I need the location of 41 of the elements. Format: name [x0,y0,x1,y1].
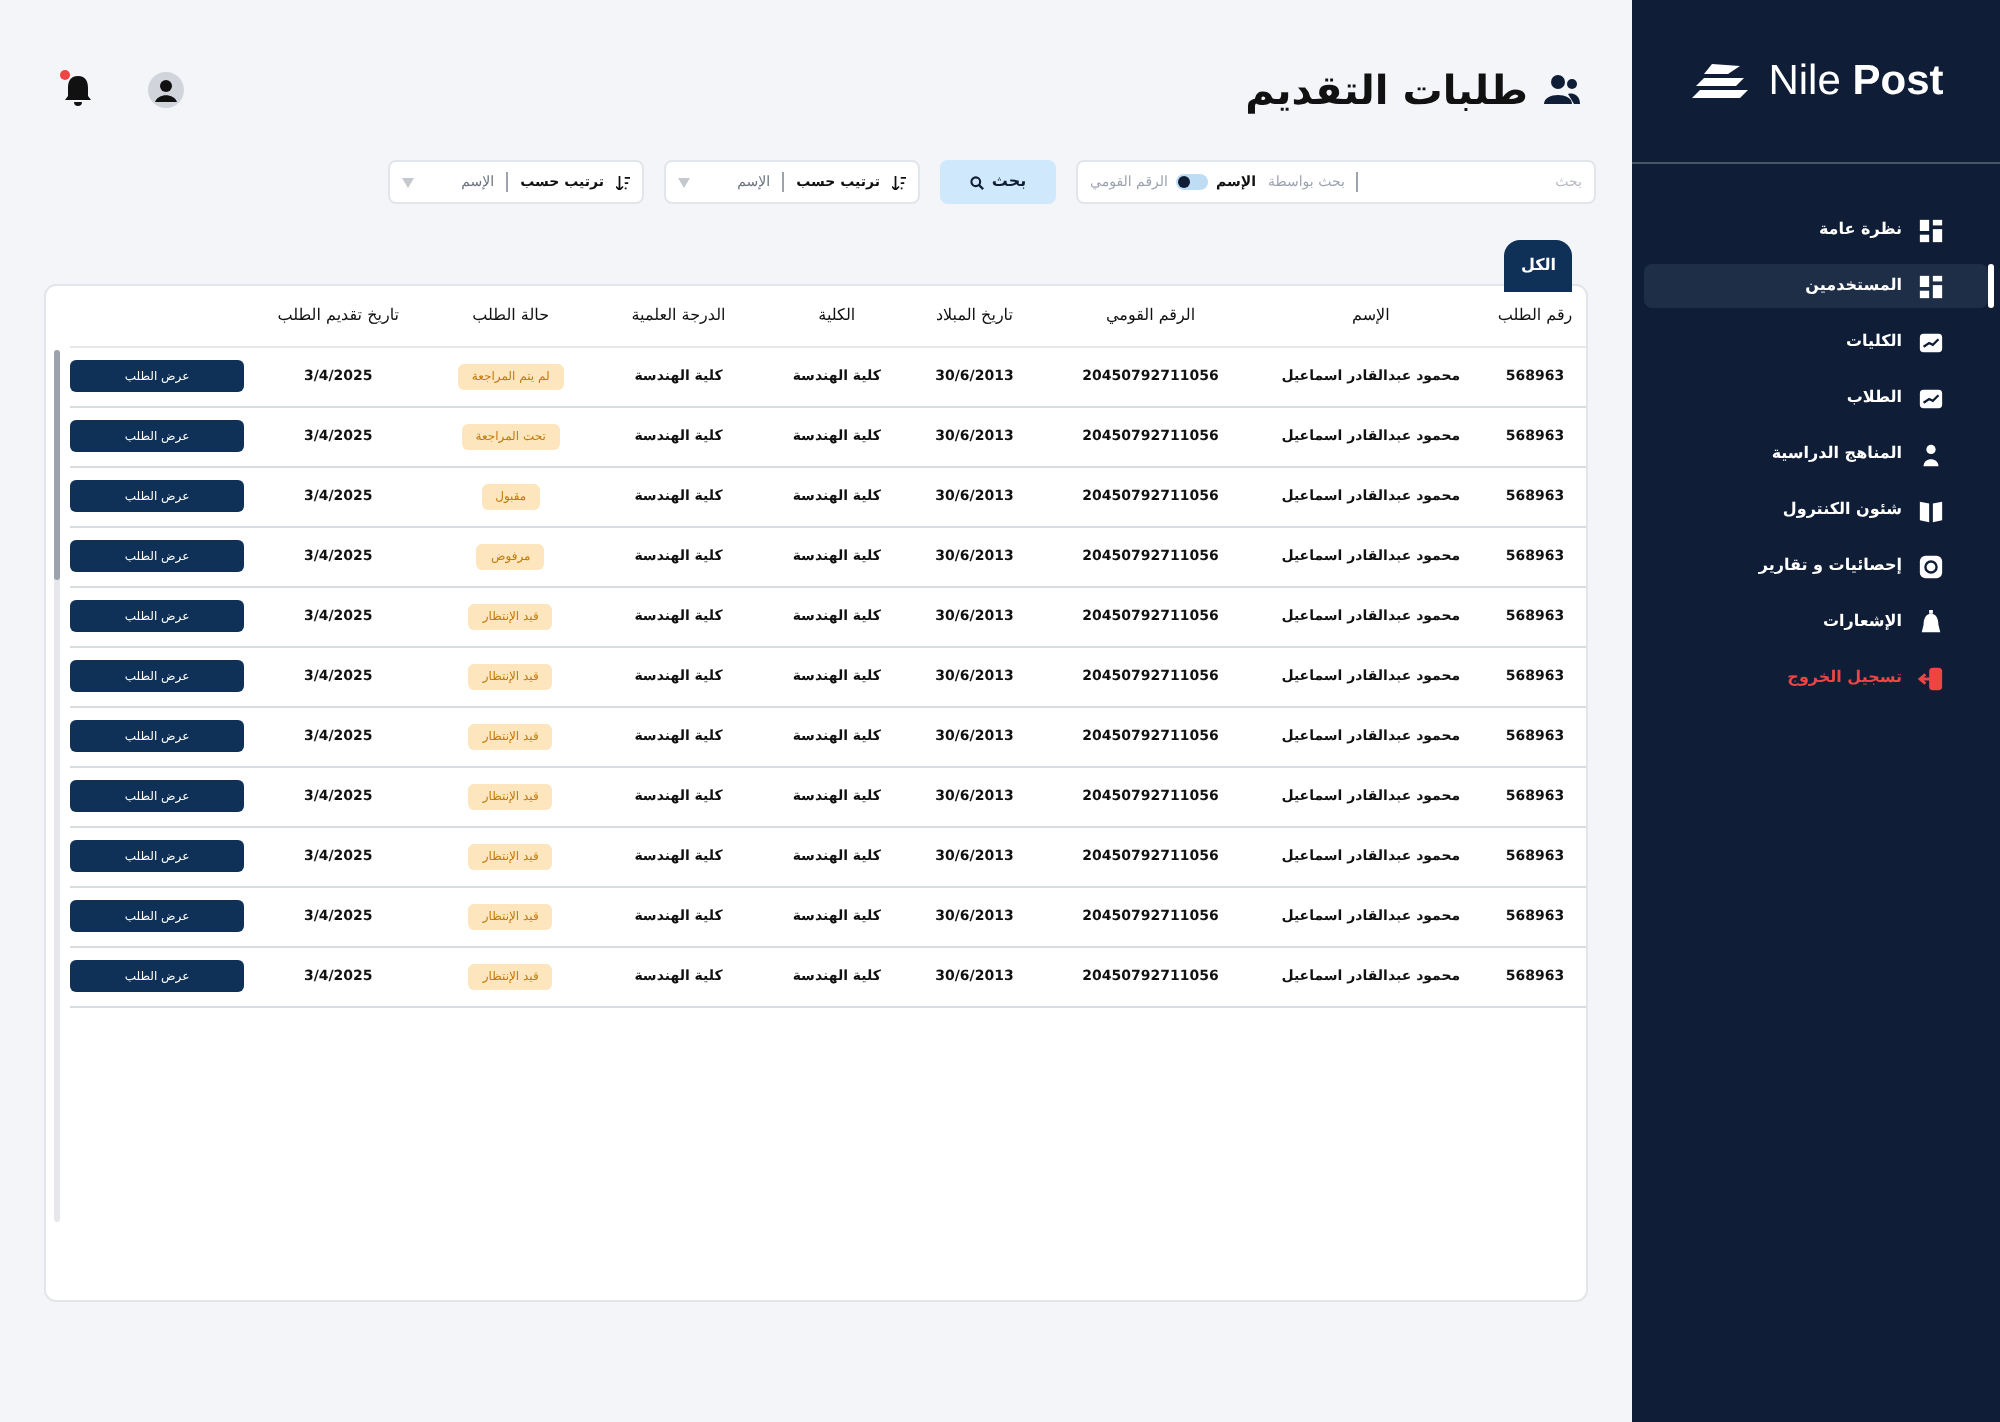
user-avatar-icon[interactable] [148,72,184,108]
caret-icon [402,177,414,187]
column-header: الدرجة العلمية [588,286,769,346]
sidebar-item[interactable]: الطلاب [1644,376,1988,420]
column-header: تاريخ المبلاد [905,286,1044,346]
sidebar-item[interactable]: تسجيل الخروج [1644,656,1988,700]
logo-icon [1688,61,1753,101]
sidebar-item[interactable]: الكليات [1644,320,1988,364]
sort-icon [616,175,630,189]
sidebar-item[interactable]: المستخدمين [1644,264,1988,308]
column-header: الرقم القومي [1043,286,1258,346]
sidebar-item[interactable]: نظرة عامة [1644,208,1988,252]
search-button[interactable]: بحث [940,160,1056,204]
search-icon [969,175,984,189]
book-icon [1918,497,1944,523]
person-icon [1918,441,1944,467]
toggle-switch[interactable] [1176,174,1208,190]
tab[interactable]: الكل [1504,240,1572,292]
logo-text: Nile Post [1768,55,1944,108]
bell-icon [1918,609,1944,635]
chart-icon [1918,329,1944,355]
column-header: رقم الطلب [1484,286,1586,346]
column-header: الإسم [1257,286,1485,346]
active-indicator [1988,264,1994,308]
sidebar-item[interactable]: إحصائيات و تقارير [1644,544,1988,588]
column-header: حالة الطلب [432,286,589,346]
sidebar-item[interactable]: شئون الكنترول [1644,488,1988,532]
logout-icon [1918,665,1944,691]
grid-icon [1918,217,1944,243]
sidebar-item[interactable]: الإشعارات [1644,600,1988,644]
chart-icon [1918,385,1944,411]
sidebar-item[interactable]: المناهج الدراسية [1644,432,1988,476]
column-header: تاريخ تقديم الطلب [244,286,433,346]
coin-icon [1918,553,1944,579]
grid-icon [1918,273,1944,299]
notification-bell-icon[interactable] [64,74,92,106]
sort-icon [892,175,906,189]
users-icon [1544,74,1580,106]
column-header: الكلية [768,286,906,346]
caret-icon [678,177,690,187]
page-title: طلبات التقديم [1245,64,1528,118]
